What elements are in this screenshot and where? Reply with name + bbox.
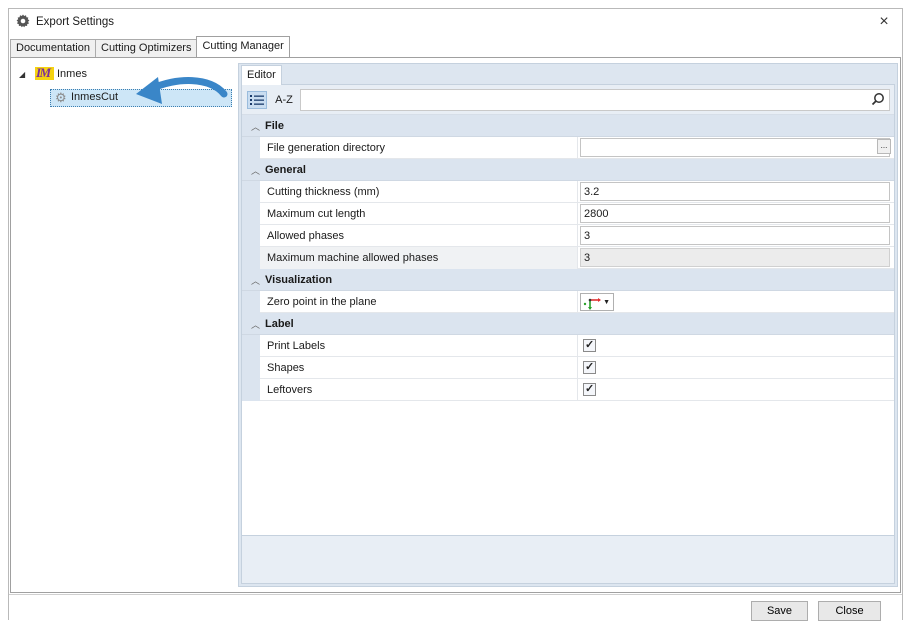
collapse-chevron-icon[interactable]: ︿	[251, 120, 260, 133]
collapse-chevron-icon[interactable]: ︿	[251, 274, 260, 287]
leftovers-checkbox[interactable]: ✓	[583, 383, 596, 396]
property-name: Zero point in the plane	[260, 291, 578, 313]
property-name: Maximum cut length	[260, 203, 578, 225]
property-grid-container: A-Z ︿ File File generation directory ...…	[241, 84, 895, 584]
zero-point-dropdown[interactable]: ▼	[580, 293, 614, 311]
property-row: Cutting thickness (mm) 3.2	[242, 181, 894, 203]
property-row: Print Labels ✓	[242, 335, 894, 357]
tab-editor[interactable]: Editor	[241, 65, 282, 85]
export-settings-window: Export Settings × Documentation Cutting …	[8, 8, 903, 621]
cutting-thickness-field[interactable]: 3.2	[580, 182, 890, 201]
property-row: Leftovers ✓	[242, 379, 894, 401]
collapse-chevron-icon[interactable]: ︿	[251, 164, 260, 177]
gear-icon	[16, 14, 30, 28]
property-name: Shapes	[260, 357, 578, 379]
tab-cutting-manager[interactable]: Cutting Manager	[196, 36, 290, 57]
tab-strip: Documentation Cutting Optimizers Cutting…	[10, 36, 290, 57]
chevron-down-icon: ▼	[603, 299, 610, 306]
expand-triangle-icon[interactable]: ◢	[19, 70, 25, 79]
property-toolbar: A-Z	[242, 85, 894, 115]
pointer-arrow-icon	[136, 77, 228, 104]
browse-button[interactable]: ...	[877, 139, 891, 154]
category-label: General	[265, 164, 306, 176]
tab-documentation[interactable]: Documentation	[10, 39, 96, 57]
property-name: Cutting thickness (mm)	[260, 181, 578, 203]
allowed-phases-field[interactable]: 3	[580, 226, 890, 245]
property-row: Shapes ✓	[242, 357, 894, 379]
inmes-logo: IM	[35, 65, 54, 80]
property-name: Allowed phases	[260, 225, 578, 247]
category-label: Visualization	[265, 274, 333, 286]
window-title: Export Settings	[36, 16, 114, 28]
categorized-list-icon	[250, 95, 264, 105]
property-name: Leftovers	[260, 379, 578, 401]
save-button[interactable]: Save	[751, 601, 808, 621]
shapes-checkbox[interactable]: ✓	[583, 361, 596, 374]
title-bar: Export Settings ×	[9, 9, 902, 35]
category-label-text: Label	[265, 318, 294, 330]
category-visualization[interactable]: ︿ Visualization	[242, 269, 894, 291]
category-general[interactable]: ︿ General	[242, 159, 894, 181]
category-label: File	[265, 120, 284, 132]
checkmark-icon: ✓	[585, 339, 595, 351]
max-machine-phases-field: 3	[580, 248, 890, 267]
search-input[interactable]	[304, 92, 864, 108]
category-file[interactable]: ︿ File	[242, 115, 894, 137]
property-row: Allowed phases 3	[242, 225, 894, 247]
close-button[interactable]: Close	[818, 601, 881, 621]
property-row: Maximum machine allowed phases 3	[242, 247, 894, 269]
tab-content: ◢ IM Inmes ⚙ InmesCut Editor A-Z ︿ File …	[10, 57, 901, 593]
checkmark-icon: ✓	[585, 383, 595, 395]
categorized-view-button[interactable]	[247, 91, 267, 109]
alphabetical-view-button[interactable]: A-Z	[271, 91, 297, 109]
collapse-chevron-icon[interactable]: ︿	[251, 318, 260, 331]
close-icon[interactable]: ×	[874, 12, 894, 32]
property-grid: ︿ File File generation directory ... ︿ G…	[242, 115, 894, 401]
tab-cutting-optimizers[interactable]: Cutting Optimizers	[95, 39, 198, 57]
property-row: File generation directory ...	[242, 137, 894, 159]
category-label[interactable]: ︿ Label	[242, 313, 894, 335]
tree-item-label: Inmes	[57, 68, 87, 80]
search-icon[interactable]	[871, 92, 885, 106]
property-row: Zero point in the plane ▼	[242, 291, 894, 313]
search-box	[300, 89, 890, 111]
max-cut-length-field[interactable]: 2800	[580, 204, 890, 223]
property-name: Maximum machine allowed phases	[260, 247, 578, 269]
file-directory-field[interactable]	[580, 138, 890, 157]
dialog-footer: Save Close	[9, 594, 902, 621]
print-labels-checkbox[interactable]: ✓	[583, 339, 596, 352]
gear-icon: ⚙	[55, 90, 67, 105]
manager-tree: ◢ IM Inmes ⚙ InmesCut	[11, 58, 235, 592]
property-name: Print Labels	[260, 335, 578, 357]
description-panel	[242, 535, 894, 583]
checkmark-icon: ✓	[585, 361, 595, 373]
property-name: File generation directory	[260, 137, 578, 159]
editor-panel: Editor A-Z ︿ File File generation direct…	[238, 63, 898, 587]
origin-axes-icon	[583, 298, 601, 310]
property-row: Maximum cut length 2800	[242, 203, 894, 225]
